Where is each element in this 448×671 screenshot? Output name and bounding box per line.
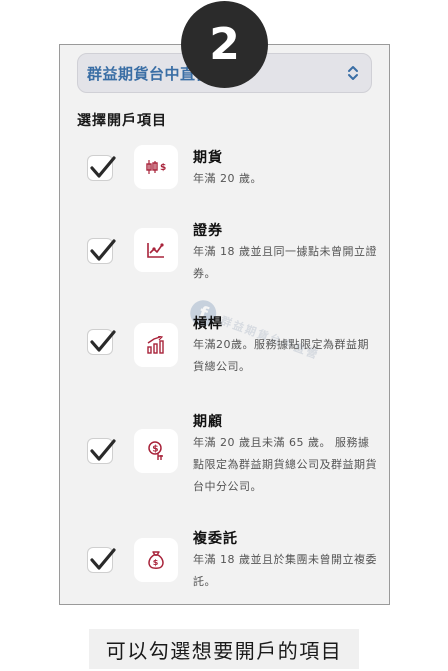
money-bag-icon: $: [134, 538, 178, 582]
checkbox-advisory[interactable]: [87, 438, 116, 464]
svg-text:$: $: [160, 163, 166, 173]
svg-text:$: $: [153, 558, 159, 567]
checkbox-sub-brokerage[interactable]: [87, 547, 116, 573]
stock-chart-icon: [134, 228, 178, 272]
step-number-badge: 2: [181, 1, 268, 88]
caption: 可以勾選想要開戶的項目: [89, 629, 359, 669]
checkmark-icon: [90, 330, 116, 352]
account-form-panel: 群益期貨台中直營 選擇開戶項目 f 群益期貨台中直營 $ 期貨 年滿 20 歲。: [59, 44, 390, 605]
updown-chevron-icon: [348, 66, 358, 80]
bar-growth-icon: [134, 323, 178, 367]
checkmark-icon: [90, 156, 116, 178]
item-desc: 年滿20歲。服務據點限定為群益期貨總公司。: [193, 338, 369, 373]
item-desc: 年滿 20 歲。: [193, 172, 262, 185]
checkmark-icon: [90, 548, 116, 570]
checkbox-securities[interactable]: [87, 238, 116, 264]
item-desc: 年滿 18 歲並且同一據點未曾開立證券。: [193, 245, 377, 280]
candlestick-icon: $: [134, 145, 178, 189]
item-desc: 年滿 18 歲並且於集團未曾開立複委託。: [193, 553, 377, 588]
item-desc: 年滿 20 歲且未滿 65 歲。 服務據點限定為群益期貨總公司及群益期貨台中分公…: [193, 436, 377, 493]
checkbox-futures[interactable]: [87, 155, 116, 181]
advisor-hand-icon: $: [134, 429, 178, 473]
item-title: 期貨: [193, 150, 223, 166]
item-title: 槓桿: [193, 316, 223, 332]
item-title: 證券: [193, 223, 223, 239]
item-title: 期顧: [193, 414, 223, 430]
checkmark-icon: [90, 439, 116, 461]
section-title: 選擇開戶項目: [77, 113, 167, 129]
checkbox-leverage[interactable]: [87, 329, 116, 355]
checkmark-icon: [90, 239, 116, 261]
item-title: 複委託: [193, 531, 238, 547]
